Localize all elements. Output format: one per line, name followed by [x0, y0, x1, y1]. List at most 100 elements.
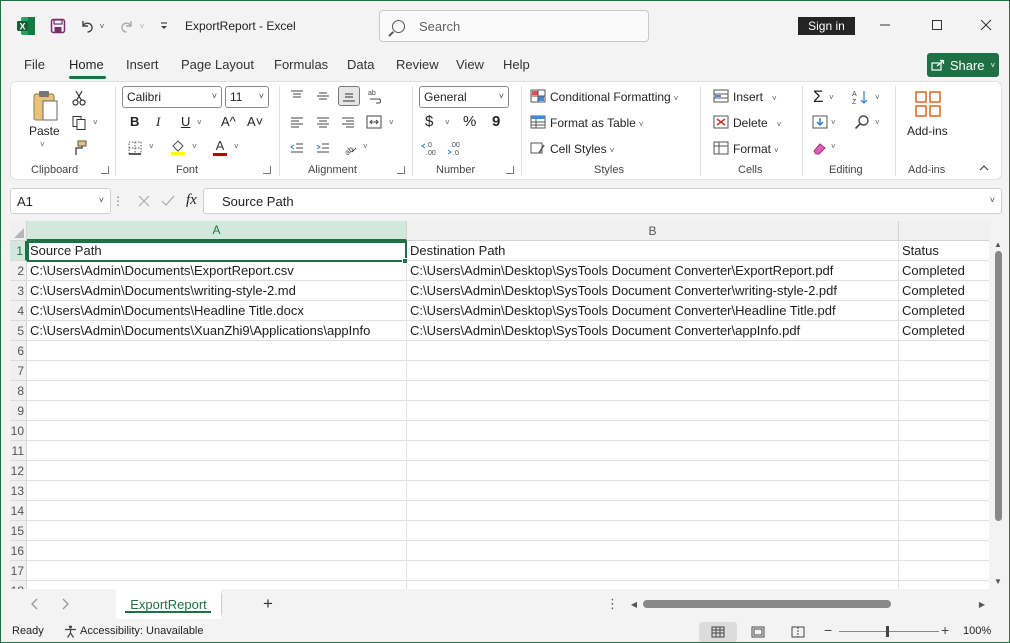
row-header[interactable]: 5 — [10, 321, 27, 341]
sheet-bar-splitter-icon[interactable]: ⋮ — [606, 596, 619, 612]
conditional-formatting-button[interactable]: Conditional Formatting ˅ — [550, 90, 678, 104]
grid-cell[interactable] — [407, 381, 899, 401]
search-box[interactable]: Search — [379, 10, 649, 42]
cell-styles-button[interactable]: Cell Styles ˅ — [550, 142, 614, 156]
grid-cell[interactable] — [407, 461, 899, 481]
merge-dropdown-icon[interactable]: ˅ — [389, 118, 394, 127]
name-box[interactable]: A1 ˅ — [10, 188, 111, 214]
accessibility-icon[interactable] — [63, 624, 77, 638]
grid-cell[interactable] — [27, 541, 407, 561]
zoom-slider-thumb[interactable] — [886, 626, 889, 637]
row-header[interactable]: 1 — [10, 241, 27, 261]
shrink-font-button[interactable]: A˅ — [247, 114, 263, 129]
grid-cell[interactable]: C:\Users\Admin\Desktop\SysTools Document… — [407, 261, 899, 281]
grid-cell[interactable] — [899, 461, 989, 481]
alignment-launcher-icon[interactable] — [397, 166, 405, 174]
grid-cell[interactable] — [407, 481, 899, 501]
fill-handle[interactable] — [402, 258, 408, 264]
grid-cell[interactable] — [407, 581, 899, 589]
row-header[interactable]: 18 — [10, 581, 27, 589]
collapse-ribbon-icon[interactable] — [977, 162, 991, 174]
grid-cell[interactable]: C:\Users\Admin\Documents\ExportReport.cs… — [27, 261, 407, 281]
grid-cell[interactable] — [27, 401, 407, 421]
grid-cell[interactable]: C:\Users\Admin\Documents\Headline Title.… — [27, 301, 407, 321]
merge-center-icon[interactable] — [365, 114, 383, 130]
paste-dropdown-icon[interactable]: ˅ — [40, 140, 45, 149]
clipboard-launcher-icon[interactable] — [101, 166, 109, 174]
autosum-dropdown-icon[interactable]: ˅ — [829, 93, 834, 102]
row-header[interactable]: 12 — [10, 461, 27, 481]
grid-cell[interactable] — [407, 421, 899, 441]
grid-cell[interactable] — [899, 421, 989, 441]
row-header[interactable]: 13 — [10, 481, 27, 501]
row-header[interactable]: 2 — [10, 261, 27, 281]
borders-icon[interactable] — [127, 140, 143, 156]
row-header[interactable]: 15 — [10, 521, 27, 541]
orientation-icon[interactable]: ab — [341, 139, 359, 157]
horizontal-scroll-thumb[interactable] — [643, 600, 891, 608]
increase-decimal-icon[interactable]: .0.00 — [421, 139, 441, 157]
column-header[interactable]: A — [27, 221, 407, 241]
paste-label[interactable]: Paste — [29, 124, 60, 138]
decrease-indent-icon[interactable] — [288, 140, 306, 156]
fill-color-icon[interactable] — [169, 138, 187, 156]
decrease-decimal-icon[interactable]: .00.0 — [447, 139, 467, 157]
grid-cell[interactable] — [27, 421, 407, 441]
autosum-icon[interactable]: Σ — [813, 87, 824, 107]
format-as-table-icon[interactable] — [529, 114, 547, 130]
borders-dropdown-icon[interactable]: ˅ — [149, 142, 154, 151]
addins-icon[interactable] — [913, 88, 943, 120]
row-header[interactable]: 3 — [10, 281, 27, 301]
grid-cell[interactable] — [407, 541, 899, 561]
undo-icon[interactable] — [77, 15, 97, 37]
grid-cell[interactable] — [899, 401, 989, 421]
cut-icon[interactable] — [69, 88, 89, 108]
grid-cell[interactable] — [899, 381, 989, 401]
scroll-right-icon[interactable]: ▶ — [976, 598, 988, 610]
grid-cell[interactable] — [27, 561, 407, 581]
grid-cell[interactable] — [407, 341, 899, 361]
accounting-format-button[interactable]: $ — [425, 113, 433, 130]
increase-indent-icon[interactable] — [314, 140, 332, 156]
sign-in-button[interactable]: Sign in — [798, 17, 855, 35]
scroll-up-icon[interactable]: ▲ — [994, 240, 1002, 249]
sheet-tab-exportreport[interactable]: ExportReport — [116, 589, 221, 619]
grid-cell[interactable]: Completed — [899, 321, 989, 341]
row-header[interactable]: 7 — [10, 361, 27, 381]
align-bottom-icon[interactable] — [338, 86, 360, 106]
accounting-dropdown-icon[interactable]: ˅ — [445, 118, 450, 127]
minimize-icon[interactable] — [875, 15, 895, 35]
copy-dropdown-icon[interactable]: ˅ — [93, 118, 98, 127]
grow-font-button[interactable]: A^ — [221, 114, 236, 129]
next-sheet-icon[interactable] — [59, 597, 73, 611]
row-header[interactable]: 10 — [10, 421, 27, 441]
fill-color-dropdown-icon[interactable]: ˅ — [192, 142, 197, 151]
vertical-scroll-thumb[interactable] — [995, 251, 1002, 521]
close-icon[interactable] — [976, 15, 996, 35]
paste-icon[interactable] — [31, 88, 61, 124]
sort-filter-icon[interactable]: AZ — [851, 88, 871, 106]
vertical-scrollbar[interactable]: ▲ ▼ — [991, 239, 1005, 589]
tab-formulas[interactable]: Formulas — [274, 57, 328, 72]
customize-toolbar-icon[interactable] — [157, 15, 171, 37]
name-box-dropdown-icon[interactable]: ˅ — [99, 195, 104, 205]
page-break-view-icon[interactable] — [790, 624, 806, 640]
font-color-dropdown-icon[interactable]: ˅ — [234, 142, 239, 151]
grid-cell[interactable] — [899, 561, 989, 581]
grid-cell[interactable] — [27, 441, 407, 461]
accessibility-status[interactable]: Accessibility: Unavailable — [80, 625, 204, 637]
grid-cell[interactable] — [407, 401, 899, 421]
grid-cell[interactable] — [407, 561, 899, 581]
tab-data[interactable]: Data — [347, 57, 374, 72]
grid-cell[interactable]: C:\Users\Admin\Desktop\SysTools Document… — [407, 301, 899, 321]
bold-button[interactable]: B — [130, 114, 139, 129]
align-middle-icon[interactable] — [314, 88, 332, 104]
tab-home[interactable]: Home — [69, 57, 104, 72]
insert-function-button[interactable]: fx — [186, 192, 197, 209]
font-size-select[interactable]: 11 ˅ — [225, 86, 269, 108]
row-header[interactable]: 14 — [10, 501, 27, 521]
align-top-icon[interactable] — [288, 88, 306, 104]
grid-cell[interactable] — [407, 501, 899, 521]
wrap-text-icon[interactable]: ab — [367, 87, 383, 105]
cell-styles-icon[interactable] — [529, 140, 547, 156]
